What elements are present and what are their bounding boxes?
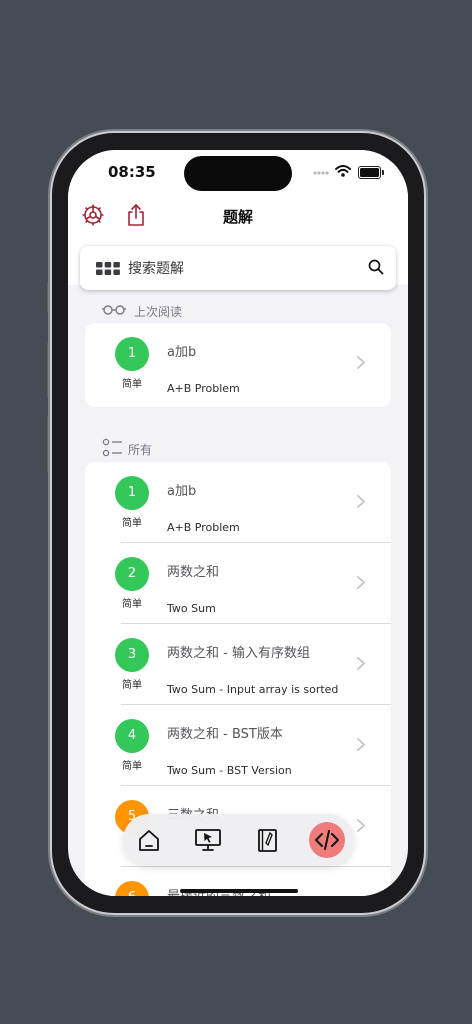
code-icon: [315, 830, 339, 850]
battery-icon: [358, 166, 384, 179]
wifi-icon: [335, 165, 351, 177]
screen: 08:35 题解 搜索题解 上次阅读 1 简单 a加b A+B Problem …: [68, 150, 408, 896]
home-indicator[interactable]: [180, 889, 298, 893]
problem-title: 两数之和: [167, 565, 220, 580]
problem-number-badge: 4: [115, 719, 149, 753]
list-item[interactable]: 2 简单 两数之和 Two Sum: [85, 543, 391, 624]
chevron-right-icon: [357, 819, 365, 832]
list-item[interactable]: 1 简单 a加b A+B Problem: [85, 462, 391, 543]
tab-notebook[interactable]: [249, 822, 285, 858]
chevron-right-icon: [357, 738, 365, 751]
problem-number-badge: 6: [115, 881, 149, 896]
difficulty-label: 简单: [122, 518, 142, 529]
action-button: [47, 282, 51, 312]
monitor-cursor-icon: [195, 829, 221, 851]
chevron-right-icon: [357, 576, 365, 589]
problem-number-badge: 3: [115, 638, 149, 672]
problem-subtitle: Two Sum - BST Version: [167, 764, 292, 777]
glasses-icon: [102, 305, 126, 315]
problem-number-badge: 1: [115, 337, 149, 371]
list-item[interactable]: 1 简单 a加b A+B Problem: [85, 323, 391, 404]
signal-icon: [313, 171, 329, 175]
status-bar: 08:35: [68, 150, 408, 198]
problem-title: 两数之和 - BST版本: [167, 727, 283, 742]
chevron-right-icon: [357, 495, 365, 508]
section-title: 所有: [128, 443, 153, 457]
problem-subtitle: Two Sum - Input array is sorted: [167, 683, 339, 696]
difficulty-label: 简单: [122, 680, 142, 691]
nav-bar: 题解: [68, 198, 408, 238]
problem-title: a加b: [167, 484, 197, 499]
difficulty-label: 简单: [122, 379, 142, 390]
difficulty-label: 简单: [122, 599, 142, 610]
status-time: 08:35: [108, 163, 156, 181]
search-icon[interactable]: [368, 259, 384, 275]
power-button: [424, 380, 428, 466]
search-input[interactable]: 搜索题解: [128, 258, 184, 278]
problem-subtitle: A+B Problem: [167, 382, 240, 395]
tab-bar: [123, 814, 354, 866]
difficulty-label: 简单: [122, 761, 142, 772]
problem-title: 两数之和 - 输入有序数组: [167, 646, 310, 661]
list-item[interactable]: 3 简单 两数之和 - 输入有序数组 Two Sum - Input array…: [85, 624, 391, 705]
problem-subtitle: A+B Problem: [167, 521, 240, 534]
volume-up-button: [47, 342, 51, 398]
tab-code[interactable]: [309, 822, 345, 858]
problem-title: a加b: [167, 345, 197, 360]
tab-home[interactable]: [131, 822, 167, 858]
problem-number-badge: 2: [115, 557, 149, 591]
problem-subtitle: Two Sum: [167, 602, 216, 615]
page-title: 题解: [222, 208, 253, 226]
recent-card: 1 简单 a加b A+B Problem: [85, 323, 391, 407]
checklist-icon: [102, 438, 122, 457]
problem-number-badge: 1: [115, 476, 149, 510]
volume-down-button: [47, 416, 51, 472]
search-bar[interactable]: 搜索题解: [80, 246, 396, 290]
chevron-right-icon: [357, 657, 365, 670]
dynamic-island: [184, 156, 292, 191]
list-item[interactable]: 4 简单 两数之和 - BST版本 Two Sum - BST Version: [85, 705, 391, 786]
tab-monitor[interactable]: [190, 822, 226, 858]
home-icon: [139, 830, 159, 851]
chevron-right-icon: [357, 356, 365, 369]
notebook-icon: [258, 829, 277, 852]
section-title: 上次阅读: [134, 305, 183, 319]
grid-icon[interactable]: [96, 262, 120, 275]
